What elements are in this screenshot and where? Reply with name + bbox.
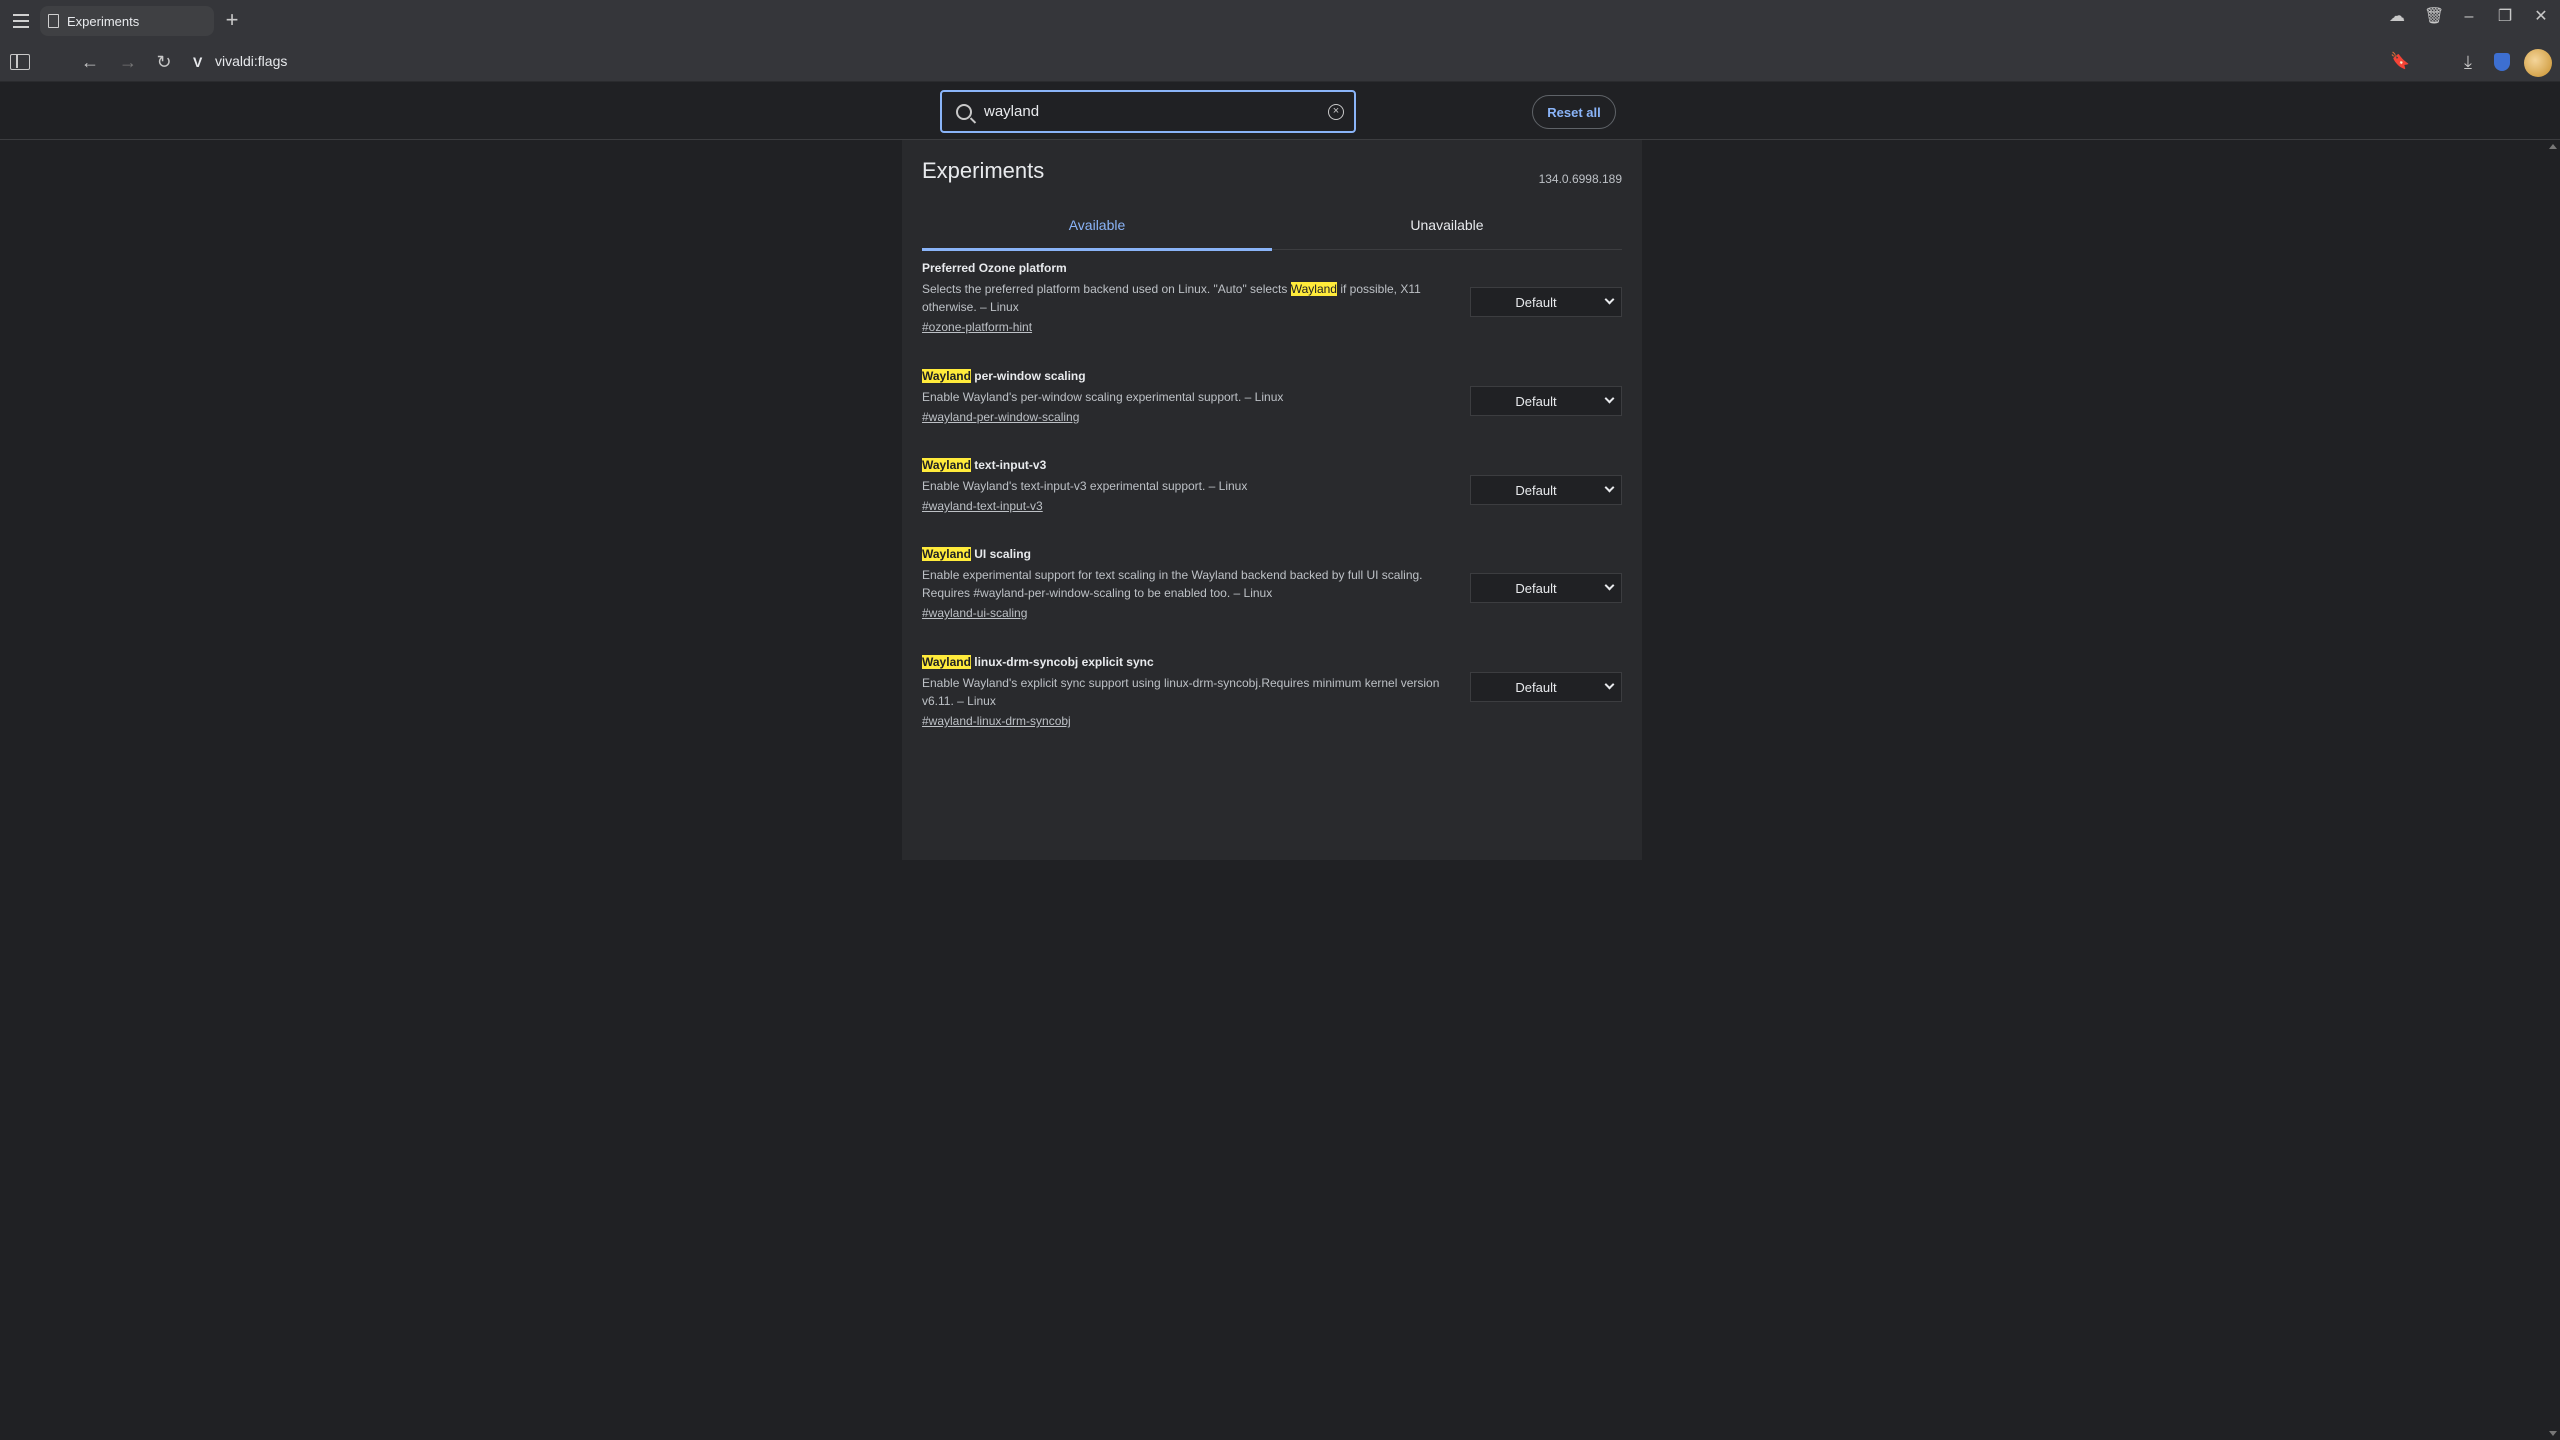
experiment-link[interactable]: #ozone-platform-hint (922, 318, 1032, 336)
shield-icon[interactable] (2494, 53, 2510, 71)
search-box[interactable]: × (940, 90, 1356, 133)
close-icon[interactable]: ✕ (2532, 6, 2550, 28)
experiment-select[interactable]: Default (1470, 386, 1622, 416)
chevron-down-icon (1604, 679, 1615, 690)
scroll-down-icon[interactable] (2549, 1431, 2557, 1436)
experiment-title: Preferred Ozone platform (922, 261, 1067, 275)
address-field[interactable]: vivaldi:flags (215, 53, 287, 69)
chevron-down-icon (1604, 580, 1615, 591)
download-icon[interactable]: ⤓ (2456, 50, 2480, 74)
panel-toggle-icon[interactable] (10, 54, 30, 70)
reload-icon[interactable]: ↻ (152, 50, 176, 74)
experiment-description: Enable experimental support for text sca… (922, 568, 1423, 600)
search-icon (956, 103, 972, 120)
experiment-select[interactable]: Default (1470, 287, 1622, 317)
experiment-description: Selects the preferred platform backend u… (922, 282, 1421, 314)
page-title: Experiments (922, 158, 1045, 183)
experiment-item: Wayland text-input-v3 Enable Wayland's t… (922, 457, 1622, 515)
tabs: Available Unavailable (922, 200, 1622, 251)
experiment-title: Wayland per-window scaling (922, 369, 1086, 383)
scroll-up-icon[interactable] (2549, 144, 2557, 149)
experiment-select[interactable]: Default (1470, 475, 1622, 505)
scrollbar[interactable] (2546, 140, 2560, 1440)
version-label: 134.0.6998.189 (1538, 172, 1622, 186)
experiment-link[interactable]: #wayland-linux-drm-syncobj (922, 712, 1071, 730)
chevron-down-icon (1604, 482, 1615, 493)
vivaldi-menu-button[interactable] (10, 10, 32, 32)
new-tab-button[interactable]: + (220, 8, 244, 32)
search-header: × Reset all (0, 82, 2560, 140)
experiment-item: Wayland linux-drm-syncobj explicit sync … (922, 654, 1622, 730)
forward-icon[interactable]: → (116, 50, 140, 74)
minimize-icon[interactable]: – (2460, 6, 2478, 28)
back-icon[interactable]: ← (78, 50, 102, 74)
chevron-down-icon (1604, 294, 1615, 305)
experiment-item: Wayland per-window scaling Enable Waylan… (922, 368, 1622, 426)
experiment-title: Wayland text-input-v3 (922, 458, 1047, 472)
experiment-description: Enable Wayland's per-window scaling expe… (922, 390, 1284, 404)
avatar[interactable] (2524, 49, 2552, 77)
trash-icon[interactable]: 🗑 (2424, 6, 2444, 28)
tab-bar: Experiments + ☁ 🗑 – ❐ ✕ (0, 0, 2560, 42)
experiment-title: Wayland UI scaling (922, 547, 1031, 561)
experiment-description: Enable Wayland's text-input-v3 experimen… (922, 479, 1248, 493)
vivaldi-logo-icon: V (193, 54, 203, 70)
experiment-select[interactable]: Default (1470, 672, 1622, 702)
tab-available[interactable]: Available (922, 200, 1272, 251)
experiments-panel: Experiments 134.0.6998.189 Available Una… (902, 140, 1642, 860)
bookmark-icon[interactable]: 🔖 (2388, 50, 2412, 74)
chevron-down-icon (1604, 393, 1615, 404)
experiment-item: Preferred Ozone platform Selects the pre… (922, 260, 1622, 336)
experiment-item: Wayland UI scaling Enable experimental s… (922, 546, 1622, 622)
address-toolbar: ← → ↻ V vivaldi:flags 🔖 ⤓ (0, 42, 2560, 82)
window-controls: ☁ 🗑 – ❐ ✕ (2388, 6, 2550, 28)
experiment-select[interactable]: Default (1470, 573, 1622, 603)
sync-icon[interactable]: ☁ (2388, 6, 2406, 28)
tab-experiments[interactable]: Experiments (40, 6, 214, 36)
maximize-icon[interactable]: ❐ (2496, 6, 2514, 28)
tab-unavailable[interactable]: Unavailable (1272, 200, 1622, 250)
experiment-description: Enable Wayland's explicit sync support u… (922, 676, 1440, 708)
reset-all-button[interactable]: Reset all (1532, 95, 1616, 129)
experiment-link[interactable]: #wayland-per-window-scaling (922, 408, 1079, 426)
experiment-link[interactable]: #wayland-text-input-v3 (922, 497, 1043, 515)
search-input[interactable] (984, 103, 1328, 120)
experiment-title: Wayland linux-drm-syncobj explicit sync (922, 655, 1154, 669)
experiment-link[interactable]: #wayland-ui-scaling (922, 604, 1027, 622)
tab-title: Experiments (67, 13, 140, 29)
clear-search-icon[interactable]: × (1328, 103, 1344, 120)
page-icon (48, 14, 59, 28)
